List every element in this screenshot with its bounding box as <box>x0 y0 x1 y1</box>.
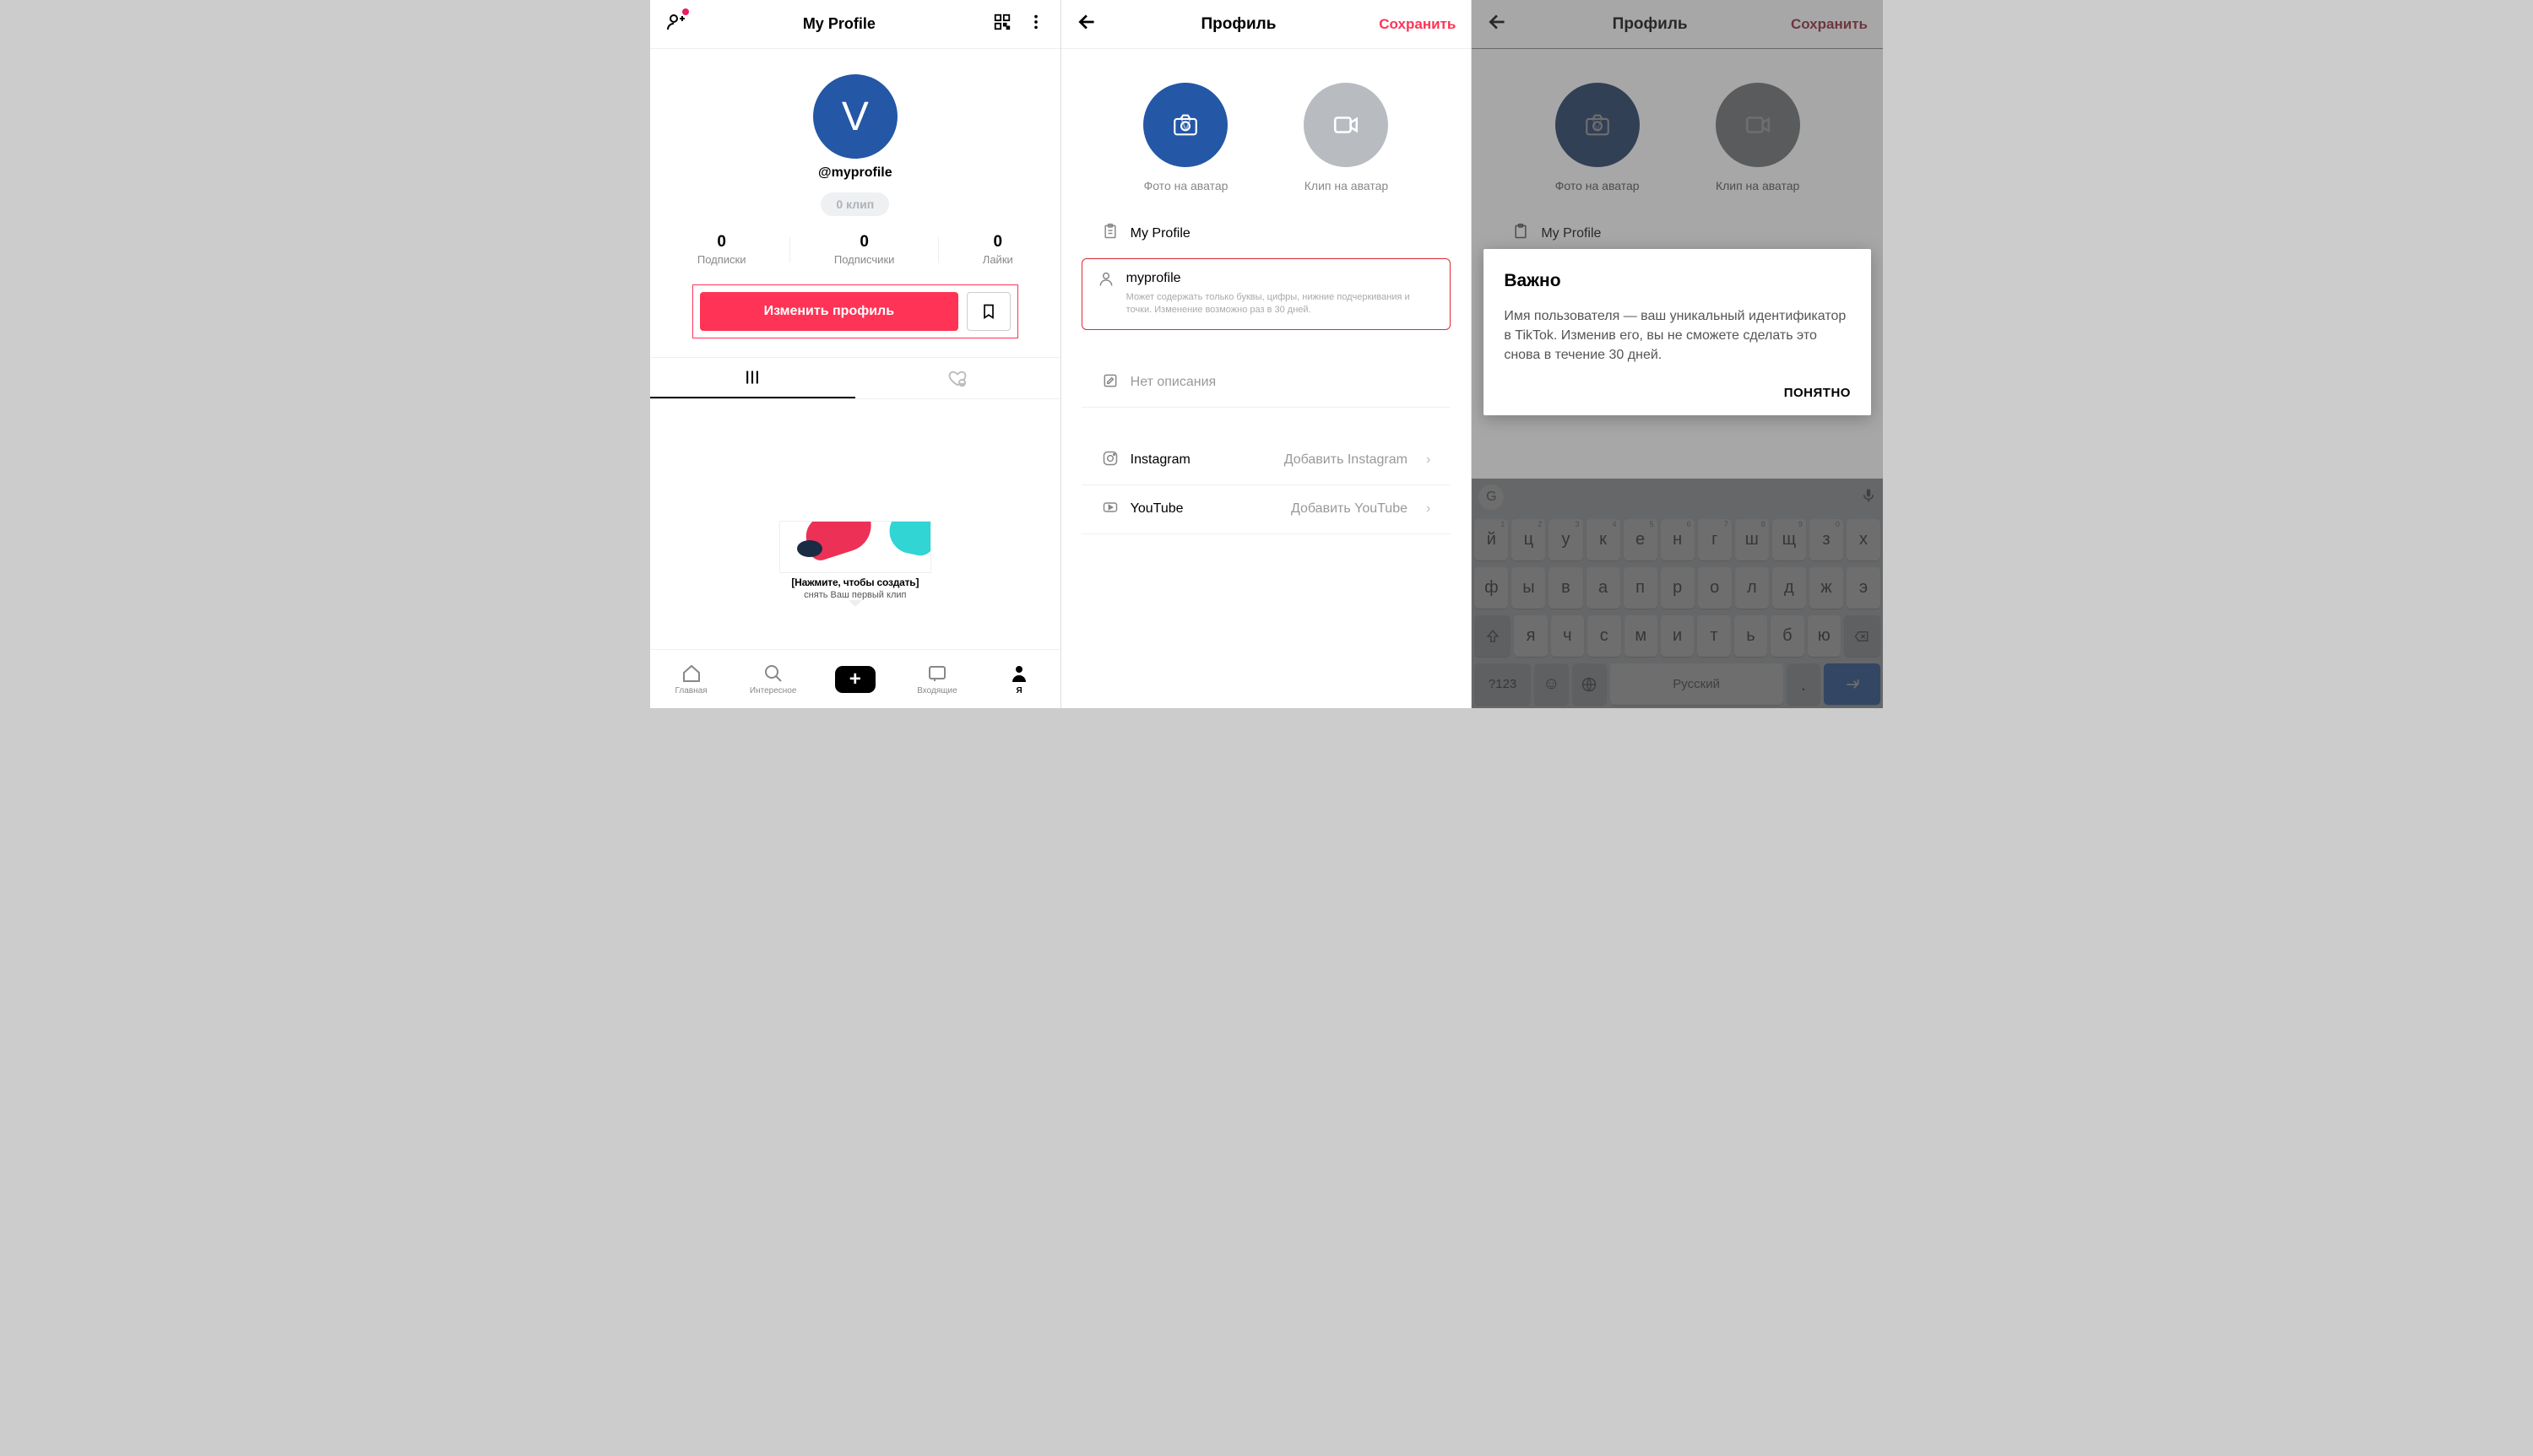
nav-discover[interactable]: Интересное <box>732 650 814 708</box>
stats-row: 0 Подписки 0 Подписчики 0 Лайки <box>650 233 1060 266</box>
action-row-highlighted: Изменить профиль <box>692 284 1018 338</box>
clipboard-icon <box>1102 223 1119 244</box>
more-icon[interactable] <box>1027 13 1045 35</box>
avatar[interactable]: V <box>813 74 898 159</box>
save-button[interactable]: Сохранить <box>1379 16 1456 33</box>
edit-title: Профиль <box>1201 15 1277 34</box>
person-icon <box>1098 271 1115 292</box>
edit-icon <box>1102 372 1119 393</box>
chevron-right-icon: › <box>1426 452 1430 468</box>
nav-inbox[interactable]: Входящие <box>896 650 978 708</box>
youtube-icon <box>1102 499 1119 520</box>
notification-dot <box>682 8 689 15</box>
dialog-ok-button[interactable]: ПОНЯТНО <box>1504 386 1851 400</box>
confirm-dialog: Важно Имя пользователя — ваш уникальный … <box>1483 249 1871 415</box>
back-icon[interactable] <box>1077 11 1098 37</box>
avatar-photo-option[interactable]: V Фото на аватар <box>1143 83 1228 192</box>
create-hint-tooltip: [Нажмите, чтобы создать] снять Ваш первы… <box>779 521 931 607</box>
qr-icon[interactable] <box>993 13 1012 35</box>
display-name-field[interactable]: My Profile <box>1082 209 1451 258</box>
stat-followers[interactable]: 0 Подписчики <box>834 233 895 266</box>
stat-following[interactable]: 0 Подписки <box>697 233 746 266</box>
fields-list: My Profile myprofile Может содержать тол… <box>1061 209 1472 534</box>
instagram-icon <box>1102 450 1119 471</box>
username-field-highlighted[interactable]: myprofile Может содержать только буквы, … <box>1082 258 1451 330</box>
chevron-right-icon: › <box>1426 501 1430 517</box>
dialog-screen: Профиль Сохранить VФото на аватар Клип н… <box>1472 0 1883 708</box>
nav-create[interactable]: + <box>814 650 896 708</box>
avatar-picker: V Фото на аватар Клип на аватар <box>1061 83 1472 192</box>
page-title: My Profile <box>803 15 876 33</box>
avatar-clip-option[interactable]: Клип на аватар <box>1304 83 1388 192</box>
dialog-body: Имя пользователя — ваш уникальный иденти… <box>1504 306 1851 365</box>
bookmark-button[interactable] <box>967 292 1011 331</box>
plus-icon: + <box>849 668 861 691</box>
content-tabs <box>650 357 1060 399</box>
bio-field[interactable]: Нет описания <box>1082 359 1451 408</box>
youtube-field[interactable]: YouTube Добавить YouTube › <box>1082 485 1451 534</box>
instagram-field[interactable]: Instagram Добавить Instagram › <box>1082 436 1451 485</box>
nav-home[interactable]: Главная <box>650 650 732 708</box>
nav-me[interactable]: Я <box>979 650 1060 708</box>
clip-count-badge: 0 клип <box>821 192 889 216</box>
bottom-nav: Главная Интересное + Входящие Я <box>650 649 1060 708</box>
dialog-title: Важно <box>1504 271 1851 291</box>
tab-grid[interactable] <box>650 358 855 398</box>
add-friend-icon[interactable] <box>665 12 686 36</box>
edit-profile-button[interactable]: Изменить профиль <box>700 292 958 331</box>
username-handle: @myprofile <box>650 165 1060 181</box>
stat-likes[interactable]: 0 Лайки <box>983 233 1013 266</box>
profile-screen: My Profile V @myprofile 0 клип 0 Подписк… <box>650 0 1061 708</box>
edit-profile-screen: Профиль Сохранить V Фото на аватар Клип … <box>1061 0 1473 708</box>
profile-header: My Profile <box>650 0 1060 49</box>
tab-liked[interactable] <box>855 358 1060 398</box>
edit-header: Профиль Сохранить <box>1061 0 1472 49</box>
hint-illustration <box>779 521 931 573</box>
